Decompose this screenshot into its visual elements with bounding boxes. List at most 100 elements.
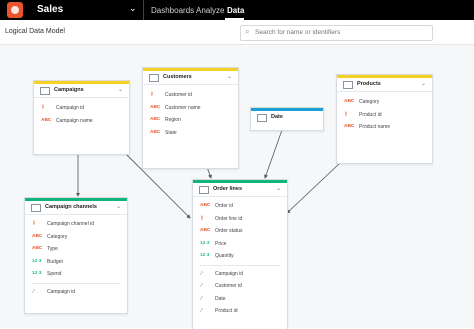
- abc-icon: ABC: [200, 228, 211, 233]
- dataset-header[interactable]: Customers ⌄: [143, 71, 238, 85]
- dataset-name: Products: [357, 81, 381, 87]
- field-row[interactable]: ⚷ Campaign id: [34, 102, 129, 115]
- dataset-card-customers[interactable]: Customers ⌄ ⚷ Customer id ABC Customer nam…: [142, 67, 239, 169]
- field-label: Order status: [215, 228, 243, 234]
- abc-icon: ABC: [41, 117, 52, 123]
- field-row[interactable]: ABC Order id: [193, 200, 287, 213]
- abc-icon: ABC: [32, 246, 43, 251]
- abc-icon: ABC: [344, 99, 355, 104]
- field-row[interactable]: 12·3 Spend: [25, 268, 127, 281]
- reference-label: Customer id: [215, 283, 242, 289]
- field-label: Campaign channel id: [47, 221, 94, 227]
- reference-icon: ⤤: [32, 289, 35, 295]
- field-row[interactable]: ⚷ Customer id: [143, 89, 238, 102]
- number-icon: 12·3: [32, 258, 42, 264]
- reference-icon: ⤤: [200, 309, 203, 314]
- dataset-name: Customers: [163, 74, 192, 80]
- relation-date-orderlines: [264, 129, 283, 179]
- reference-row[interactable]: ⤤ Campaign id: [193, 268, 287, 281]
- divider: [199, 264, 281, 266]
- dataset-name: Campaign channels: [45, 204, 97, 210]
- dataset-card-date[interactable]: Date: [250, 107, 324, 131]
- dataset-card-products[interactable]: Products ⌄ ABC Category ⚷ Product id ABC Pr…: [336, 74, 433, 164]
- abc-icon: ABC: [150, 104, 161, 110]
- field-label: Price: [215, 240, 227, 247]
- number-icon: 12·3: [200, 253, 210, 258]
- dataset-icon: [343, 81, 353, 89]
- field-label: Customer name: [165, 104, 201, 111]
- chevron-down-icon[interactable]: ⌄: [116, 203, 121, 210]
- dataset-header[interactable]: Campaign channels ⌄: [25, 201, 127, 215]
- reference-label: Product id: [215, 308, 238, 314]
- dataset-header[interactable]: Date: [251, 111, 323, 124]
- field-label: Product id: [359, 111, 382, 118]
- field-row[interactable]: ABC Customer name: [143, 102, 238, 115]
- divider: [31, 282, 121, 284]
- relation-products-orderlines: [286, 162, 341, 214]
- field-label: Campaign name: [56, 117, 93, 124]
- dataset-icon: [199, 186, 209, 194]
- reference-row[interactable]: ⤤ Customer id: [193, 280, 287, 293]
- field-label: Product name: [359, 124, 391, 130]
- dataset-header[interactable]: Order lines ⌄: [193, 183, 287, 197]
- field-row[interactable]: ABC Category: [25, 231, 127, 244]
- reference-icon: ⤤: [200, 296, 203, 302]
- reference-row[interactable]: ⤤ Product id: [193, 305, 287, 318]
- key-icon: ⚷: [200, 215, 204, 221]
- dataset-card-order-lines[interactable]: Order lines ⌄ ABC Order id ⚷ Order line id…: [192, 179, 288, 329]
- dataset-name: Order lines: [213, 186, 243, 192]
- chevron-down-icon[interactable]: ⌄: [227, 73, 232, 80]
- field-label: Spend: [47, 271, 62, 277]
- key-icon: ⚷: [150, 92, 154, 97]
- field-row[interactable]: 12·3 Quantity: [193, 250, 287, 263]
- dataset-name: Campaigns: [54, 87, 84, 93]
- dataset-card-campaign-channels[interactable]: Campaign channels ⌄ ⚷ Campaign channel id…: [24, 197, 128, 314]
- field-row[interactable]: ABC Category: [337, 96, 432, 109]
- number-icon: 12·3: [200, 240, 210, 246]
- field-row[interactable]: ABC Product name: [337, 121, 432, 134]
- field-label: Category: [359, 99, 380, 105]
- reference-label: Campaign id: [215, 270, 244, 277]
- key-icon: ⚷: [41, 105, 45, 110]
- field-label: Quantity: [215, 253, 234, 259]
- field-label: Order line id: [215, 215, 243, 222]
- dataset-card-campaigns[interactable]: Campaigns ⌄ ⚷ Campaign id ABC Campaign nam…: [33, 80, 130, 155]
- reference-icon: ⤤: [200, 284, 203, 289]
- calendar-icon: [257, 114, 267, 122]
- field-row[interactable]: 12·3 Price: [193, 238, 287, 251]
- reference-row[interactable]: ⤤ Campaign id: [25, 286, 127, 299]
- field-label: Order id: [215, 203, 234, 209]
- field-label: State: [165, 129, 177, 136]
- field-row[interactable]: ABC State: [143, 127, 238, 140]
- field-row[interactable]: ⚷ Order line id: [193, 213, 287, 226]
- reference-row[interactable]: ⤤ Date: [193, 293, 287, 306]
- chevron-down-icon[interactable]: ⌄: [118, 86, 123, 93]
- field-label: Campaign id: [56, 105, 85, 111]
- field-label: Budget: [47, 258, 63, 265]
- field-label: Category: [47, 233, 68, 240]
- dataset-name: Date: [271, 114, 283, 120]
- field-row[interactable]: ABC Order status: [193, 225, 287, 238]
- field-row[interactable]: ⚷ Product id: [337, 109, 432, 122]
- dataset-icon: [31, 204, 41, 212]
- dataset-header[interactable]: Products ⌄: [337, 78, 432, 92]
- reference-label: Campaign id: [47, 288, 76, 295]
- field-row[interactable]: ABC Type: [25, 243, 127, 256]
- dataset-header[interactable]: Campaigns ⌄: [34, 84, 129, 98]
- abc-icon: ABC: [200, 203, 211, 208]
- abc-icon: ABC: [150, 117, 161, 122]
- number-icon: 12·3: [32, 271, 42, 276]
- dataset-icon: [40, 87, 50, 95]
- abc-icon: ABC: [32, 233, 43, 239]
- field-row[interactable]: ABC Campaign name: [34, 115, 129, 128]
- chevron-down-icon[interactable]: ⌄: [421, 80, 426, 87]
- dataset-icon: [149, 74, 159, 82]
- reference-icon: ⤤: [200, 271, 203, 277]
- abc-icon: ABC: [150, 129, 161, 135]
- field-row[interactable]: 12·3 Budget: [25, 256, 127, 269]
- field-row[interactable]: ⚷ Campaign channel id: [25, 218, 127, 231]
- chevron-down-icon[interactable]: ⌄: [276, 185, 281, 192]
- field-label: Type: [47, 246, 58, 252]
- field-row[interactable]: ABC Region: [143, 114, 238, 127]
- key-icon: ⚷: [344, 111, 348, 117]
